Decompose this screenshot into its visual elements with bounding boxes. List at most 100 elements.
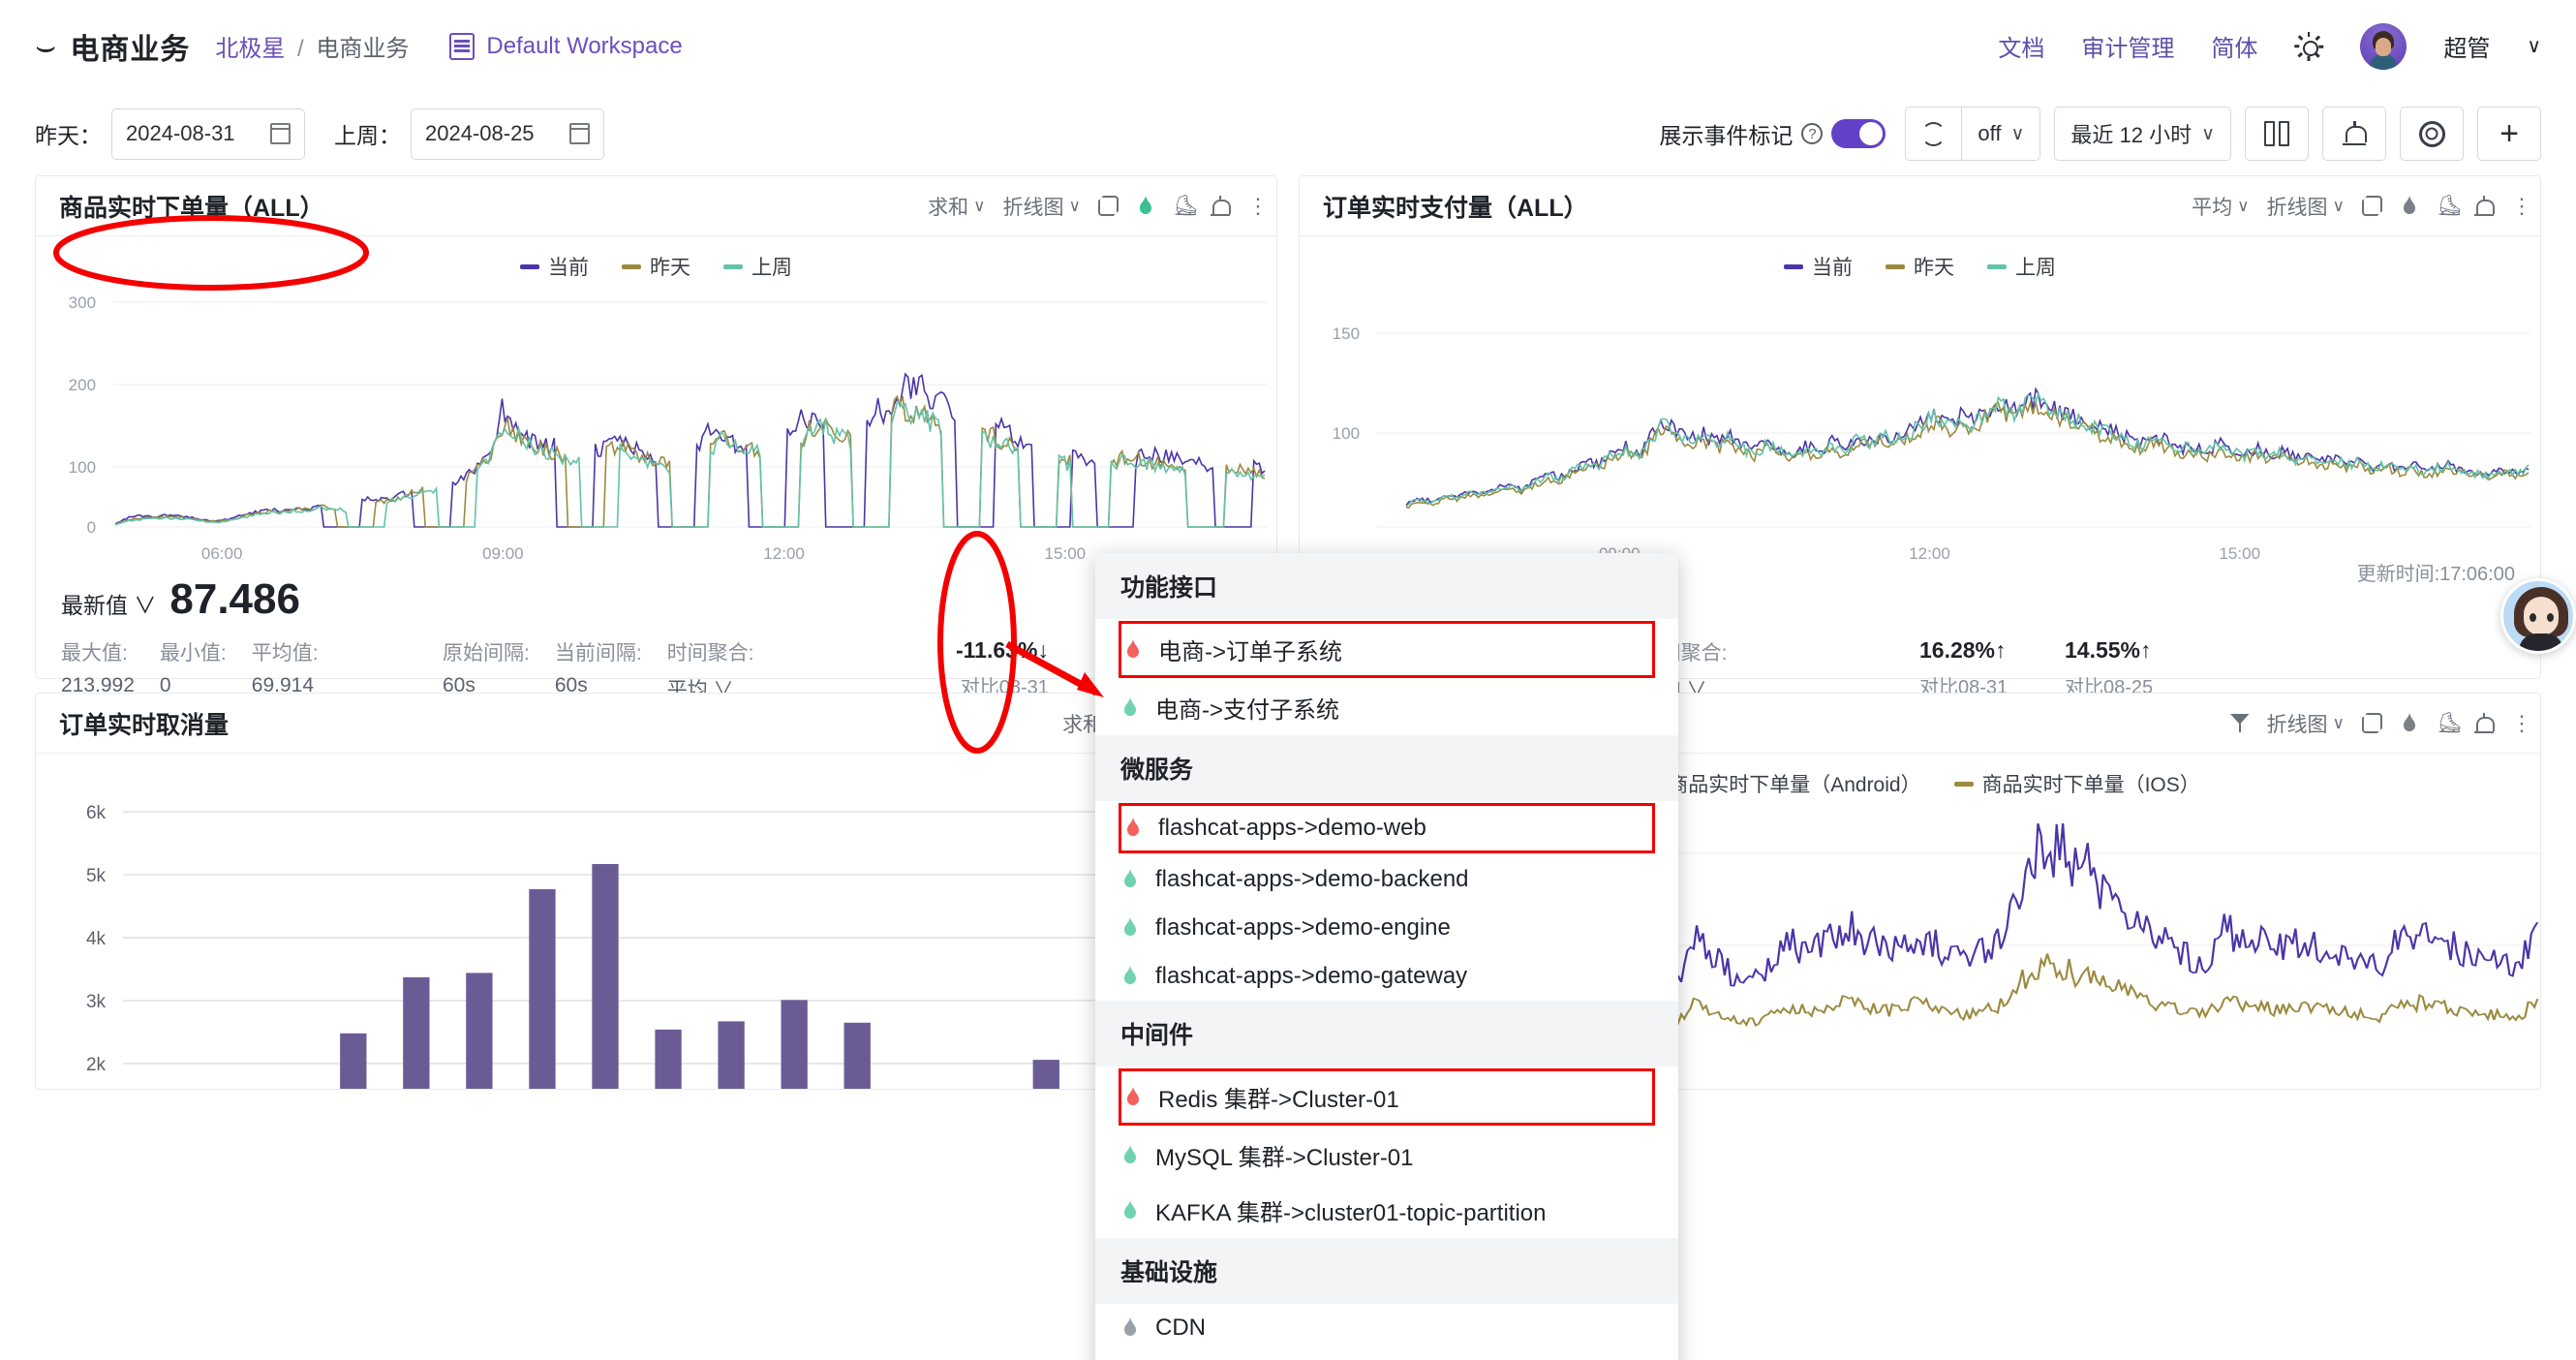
flame-icon-green [1124, 869, 1136, 887]
series-当前 [1405, 386, 2530, 507]
flame-icon[interactable] [1136, 195, 1155, 218]
refresh-icon [1921, 121, 1947, 146]
bar [718, 1021, 745, 1089]
menu-item[interactable]: 电商->支付子系统 [1095, 680, 1678, 735]
delta-compare-0831: 16.28%↑ 对比08-31 [1919, 637, 2009, 698]
chevron-down-icon[interactable]: ∨ [2527, 34, 2541, 58]
time-range-select[interactable]: 最近 12 小时 ∨ [2054, 107, 2231, 161]
legend-item[interactable]: 昨天 [622, 252, 690, 281]
more-icon[interactable]: ⋮ [2511, 712, 2532, 733]
expand-icon[interactable]: ⛸ [2437, 713, 2463, 733]
lastweek-label: 上周： [334, 123, 401, 148]
panel-agg-select[interactable]: 平均 ∨ [2192, 192, 2249, 221]
menu-item[interactable]: flashcat-apps->demo-web [1119, 803, 1655, 853]
event-mark-toggle-group: 展示事件标记 ? [1659, 117, 1886, 150]
legend-item[interactable]: 上周 [723, 252, 792, 281]
bar-chart-svg: 6k 5k 4k 3k 2k [86, 803, 1267, 1089]
legend-item[interactable]: 商品实时下单量（Android） [1640, 769, 1921, 798]
nav-link-docs[interactable]: 文档 [1998, 29, 2044, 63]
panel-title: 商品实时下单量（ALL） [59, 194, 324, 222]
toolbar-right-group: 展示事件标记 ? off ∨ 最近 12 小时 ∨ + [1659, 107, 2541, 161]
avatar[interactable] [2360, 22, 2407, 70]
alarm-icon[interactable] [2474, 712, 2495, 734]
filter-icon[interactable] [2230, 713, 2250, 733]
menu-item[interactable]: MySQL 集群->Cluster-01 [1095, 1128, 1678, 1183]
breadcrumb: 北极星 / 电商业务 [215, 29, 409, 63]
add-panel-button[interactable]: + [2477, 107, 2541, 161]
help-icon[interactable]: ? [1801, 123, 1824, 144]
bar [1032, 1060, 1059, 1089]
line-chart-svg: 300 200 100 0 06:00 09:00 12:00 15:00 [69, 294, 1267, 563]
workspace-selector[interactable]: Default Workspace [449, 32, 683, 60]
bar [781, 1000, 808, 1089]
link-icon[interactable] [2362, 196, 2382, 216]
flame-icon[interactable] [2400, 195, 2419, 218]
sun-icon[interactable] [2294, 31, 2324, 61]
yesterday-date-input[interactable]: 2024-08-31 [111, 108, 305, 160]
yesterday-label: 昨天： [35, 123, 102, 148]
menu-item[interactable]: flashcat-apps->demo-gateway [1095, 952, 1678, 1001]
settings-button[interactable] [2400, 107, 2464, 161]
bar [340, 1033, 367, 1089]
legend-item[interactable]: 当前 [520, 252, 589, 281]
more-icon[interactable]: ⋮ [1247, 195, 1269, 216]
panel-agg-select[interactable]: 求和∨ [928, 192, 985, 221]
refresh-button[interactable] [1905, 107, 1962, 161]
lastweek-date-input[interactable]: 2024-08-25 [411, 108, 604, 160]
yesterday-date-value: 2024-08-31 [126, 121, 235, 145]
legend-item[interactable]: 当前 [1784, 252, 1853, 281]
legend-item[interactable]: 商品实时下单量（IOS） [1953, 769, 2200, 798]
stat-select[interactable]: 最新值 ∨ [61, 587, 156, 620]
chart-order-payment-volume[interactable]: 150100 09:0012:0015:00 [1300, 283, 2540, 564]
menu-group: 中间件 Redis 集群->Cluster-01 MySQL 集群->Clust… [1095, 1001, 1678, 1238]
svg-text:5k: 5k [86, 866, 107, 886]
nav-link-audit[interactable]: 审计管理 [2081, 29, 2174, 63]
svg-text:15:00: 15:00 [2219, 544, 2260, 563]
menu-item[interactable]: flashcat-apps->demo-engine [1095, 904, 1678, 952]
menu-item[interactable]: Redis 集群->Cluster-01 [1119, 1068, 1655, 1126]
event-mark-toggle[interactable] [1831, 119, 1886, 148]
layout-columns-button[interactable] [2245, 107, 2309, 161]
expand-icon[interactable]: ⛸ [1173, 196, 1199, 216]
refresh-interval-select[interactable]: off ∨ [1961, 107, 2041, 161]
link-icon[interactable] [2362, 713, 2382, 733]
panel-charttype-select[interactable]: 折线图 ∨ [1003, 192, 1081, 221]
user-name[interactable]: 超管 [2443, 29, 2490, 63]
legend-item[interactable]: 上周 [1987, 252, 2056, 281]
panel-header: 订单实时支付量（ALL） 平均 ∨ 折线图 ∨ ⛸ ⋮ [1300, 176, 2540, 236]
menu-item[interactable]: DNS [1095, 1352, 1678, 1360]
menu-item[interactable]: 电商->订单子系统 [1119, 621, 1655, 678]
menu-group: 微服务 flashcat-apps->demo-web flashcat-app… [1095, 735, 1678, 1001]
more-icon[interactable]: ⋮ [2511, 195, 2532, 216]
menu-item[interactable]: flashcat-apps->demo-backend [1095, 855, 1678, 904]
menu-item[interactable]: CDN [1095, 1304, 1678, 1352]
alarm-icon [2343, 121, 2367, 146]
alarm-icon[interactable] [2474, 195, 2495, 217]
flame-icon[interactable] [2400, 712, 2419, 735]
panel-charttype-select[interactable]: 折线图 ∨ [2267, 192, 2345, 221]
legend-item[interactable]: 昨天 [1886, 252, 1954, 281]
assistant-avatar[interactable] [2500, 578, 2576, 654]
panel-charttype-select[interactable]: 折线图 ∨ [2267, 709, 2345, 738]
alarm-button[interactable] [2322, 107, 2386, 161]
time-range-value: 最近 12 小时 [2070, 123, 2193, 147]
back-arrow-icon[interactable]: ⌣ [35, 30, 56, 63]
link-icon[interactable] [1098, 196, 1119, 216]
breadcrumb-root[interactable]: 北极星 [215, 36, 285, 62]
svg-text:200: 200 [69, 376, 96, 394]
stat-columns: 最大值: 213.992 最小值: 0 平均值: 69.914 [61, 637, 319, 697]
chart-product-order-volume[interactable]: 300 200 100 0 06:00 09:00 12:00 15:00 [36, 283, 1276, 564]
expand-icon[interactable]: ⛸ [2437, 196, 2463, 216]
gear-icon [2418, 120, 2445, 147]
svg-text:3k: 3k [86, 992, 107, 1012]
line-chart-svg: 150100 09:0012:0015:00 [1333, 325, 2530, 563]
menu-item[interactable]: KAFKA 集群->cluster01-topic-partition [1095, 1183, 1678, 1238]
nav-link-language[interactable]: 简体 [2211, 29, 2257, 63]
alarm-icon[interactable] [1211, 195, 1231, 217]
resource-dropdown-menu[interactable]: 功能接口 电商->订单子系统 电商->支付子系统 微服务 flashcat-ap… [1095, 553, 1678, 1360]
flame-icon-red [1127, 818, 1139, 836]
chart-order-cancel-volume[interactable]: 6k 5k 4k 3k 2k [36, 754, 1276, 1089]
panel-header: 商品实时下单量（ALL） 求和 ∨ 折线图 ∨ ⛸ ⋮ [36, 176, 1276, 236]
panel-product-order-volume: 商品实时下单量（ALL） 求和 ∨ 折线图 ∨ ⛸ ⋮ 当前 昨天 上周 300… [35, 175, 1277, 701]
top-navigation-bar: ⌣ 电商业务 北极星 / 电商业务 Default Workspace 文档 审… [0, 0, 2576, 92]
